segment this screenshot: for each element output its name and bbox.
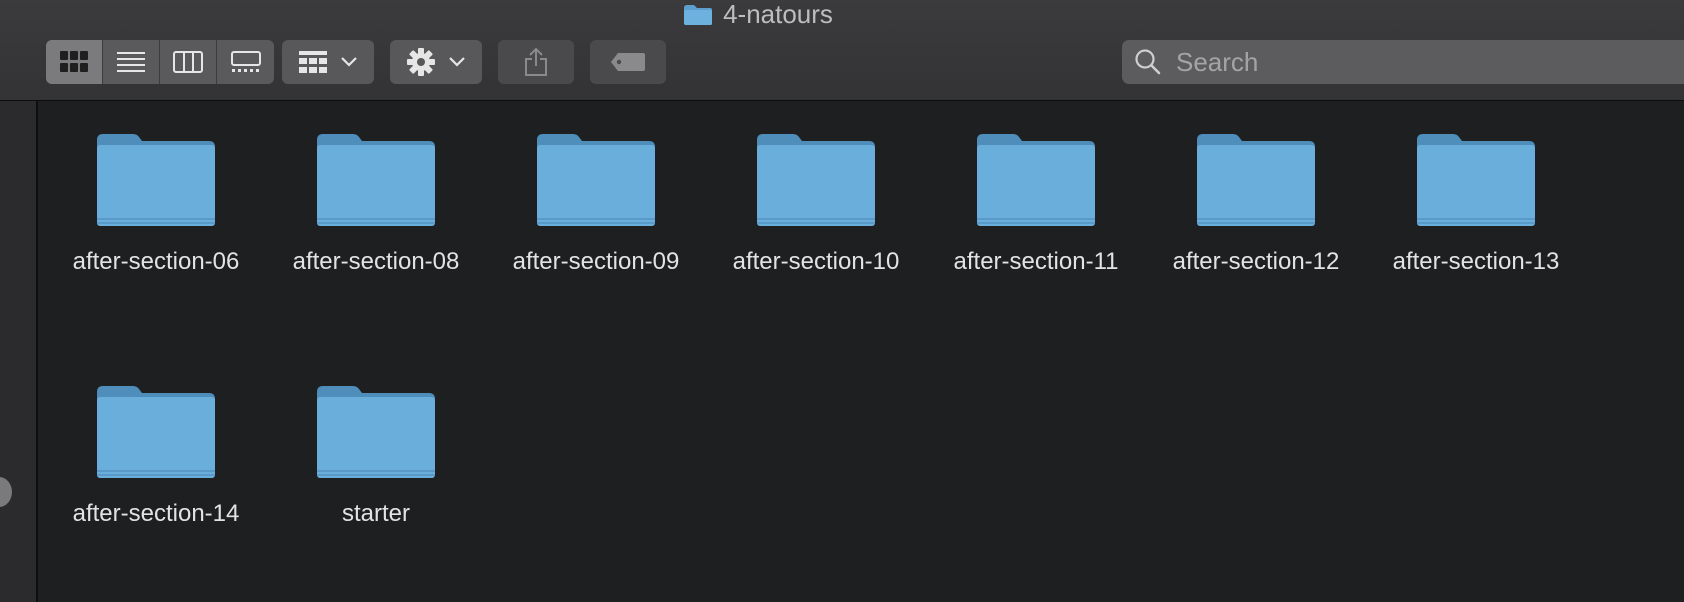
folder-icon [684, 5, 713, 25]
chevron-down-icon [449, 57, 465, 67]
gallery-view-button[interactable] [217, 40, 274, 84]
toolbar: 4-natours [0, 0, 1684, 101]
gear-icon [407, 48, 435, 76]
folder-item[interactable]: after-section-12 [1156, 132, 1356, 332]
window-title: 4-natours [0, 0, 1516, 29]
file-grid: after-section-06 after-section-08 after-… [38, 101, 1684, 602]
folder-name: after-section-06 [72, 248, 240, 275]
list-view-icon [117, 52, 145, 72]
action-menu-button[interactable] [390, 40, 482, 84]
folder-item[interactable]: after-section-09 [496, 132, 696, 332]
gallery-view-icon [230, 51, 261, 72]
folder-name: starter [341, 500, 410, 527]
group-by-button[interactable] [282, 40, 374, 84]
folder-name: after-section-08 [292, 248, 460, 275]
column-view-icon [173, 51, 203, 73]
folder-icon [317, 134, 435, 226]
search-input[interactable] [1174, 45, 1658, 79]
chevron-down-icon [341, 57, 357, 67]
folder-name: after-section-12 [1172, 248, 1340, 275]
list-view-button[interactable] [103, 40, 160, 84]
icon-view-icon [60, 51, 88, 72]
folder-item[interactable]: after-section-14 [56, 384, 256, 584]
folder-icon [97, 386, 215, 478]
folder-icon [537, 134, 655, 226]
search-icon [1135, 49, 1161, 75]
folder-icon [757, 134, 875, 226]
folder-item[interactable]: after-section-10 [716, 132, 916, 332]
folder-item[interactable]: after-section-08 [276, 132, 476, 332]
column-view-button[interactable] [160, 40, 217, 84]
folder-icon [977, 134, 1095, 226]
folder-item[interactable]: starter [276, 384, 476, 584]
tag-icon [611, 53, 645, 71]
folder-icon [97, 134, 215, 226]
sidebar [0, 101, 38, 602]
share-button[interactable] [498, 40, 574, 84]
folder-name: after-section-13 [1392, 248, 1560, 275]
folder-item[interactable]: after-section-11 [936, 132, 1136, 332]
view-mode-segmented-control[interactable] [46, 40, 274, 84]
tag-button[interactable] [590, 40, 666, 84]
window-title-text: 4-natours [723, 0, 833, 29]
group-grid-icon [299, 51, 327, 73]
search-field[interactable] [1122, 40, 1684, 84]
folder-name: after-section-09 [512, 248, 680, 275]
folder-name: after-section-10 [732, 248, 900, 275]
icon-view-button[interactable] [46, 40, 103, 84]
folder-name: after-section-14 [72, 500, 240, 527]
folder-icon [317, 386, 435, 478]
folder-icon [1417, 134, 1535, 226]
folder-item[interactable]: after-section-06 [56, 132, 256, 332]
folder-icon [1197, 134, 1315, 226]
folder-name: after-section-11 [953, 248, 1119, 275]
share-icon [525, 47, 547, 76]
folder-item[interactable]: after-section-13 [1376, 132, 1576, 332]
